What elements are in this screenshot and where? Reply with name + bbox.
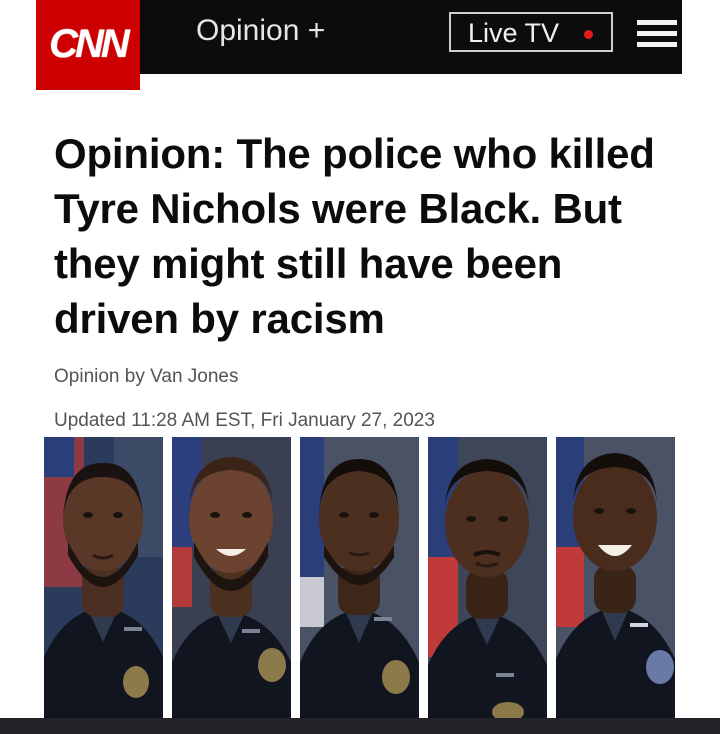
live-indicator-dot — [584, 30, 593, 39]
article-byline[interactable]: Opinion by Van Jones — [54, 366, 239, 388]
officer-photo-5 — [556, 437, 675, 720]
bottom-bar — [0, 718, 720, 734]
officer-photo-3 — [300, 437, 419, 720]
article-timestamp: Updated 11:28 AM EST, Fri January 27, 20… — [54, 410, 435, 431]
officer-photo-1 — [44, 437, 163, 720]
live-tv-label: Live TV — [468, 18, 560, 48]
live-tv-button[interactable]: Live TV — [449, 12, 613, 52]
officer-photo-4 — [428, 437, 547, 720]
hamburger-menu-icon[interactable] — [637, 20, 677, 48]
officer-photo-strip — [44, 437, 675, 720]
article-headline: Opinion: The police who killed Tyre Nich… — [54, 130, 655, 342]
opinion-section-link[interactable]: Opinion + — [196, 14, 325, 48]
cnn-logo-text: CNN — [49, 22, 130, 66]
officer-photo-2 — [172, 437, 291, 720]
cnn-logo[interactable]: CNN — [36, 0, 140, 90]
